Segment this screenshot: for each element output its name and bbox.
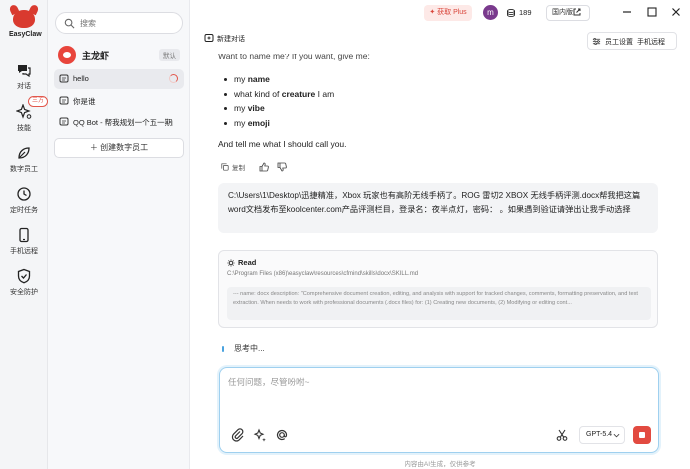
tool-output: --- name: docx description: "Comprehensi… bbox=[227, 287, 651, 320]
assistant-message: Want to name me? If you want, give me: m… bbox=[218, 54, 658, 152]
copy-label: 复制 bbox=[232, 165, 245, 172]
new-chat-label: 新建对话 bbox=[217, 36, 245, 43]
leaf-icon bbox=[18, 147, 30, 159]
disclaimer: 内容由AI生成，仅供参考 bbox=[404, 461, 476, 468]
region-label: 国内版 bbox=[552, 9, 573, 16]
rail-item-scheduled[interactable]: 定时任务 bbox=[0, 186, 48, 215]
magic-sparkle-icon[interactable] bbox=[252, 427, 268, 443]
agent-name: 主龙虾 bbox=[82, 51, 110, 61]
thumbs-down-icon[interactable] bbox=[277, 162, 287, 172]
new-chat-icon bbox=[204, 34, 214, 42]
composer: GPT-5.4 bbox=[219, 367, 659, 453]
app-name: EasyClaw bbox=[9, 31, 42, 38]
get-plus-label: 获取 Plus bbox=[437, 9, 467, 16]
list-item: my emoji bbox=[218, 116, 658, 131]
sliders-icon bbox=[592, 37, 601, 46]
rail-item-digital-staff[interactable]: 数字员工 bbox=[0, 145, 48, 174]
rail-item-label: 技能 bbox=[17, 125, 31, 132]
left-rail: EasyClaw 对话 三方 技能 数字员工 定时任务 手机远程 安全防护 bbox=[0, 0, 48, 469]
tool-call-card[interactable]: Read C:\Program Files (x86)\easyclaw\res… bbox=[218, 250, 658, 328]
model-label: GPT-5.4 bbox=[586, 431, 613, 438]
clock-icon bbox=[17, 187, 31, 201]
staff-settings-label: 员工设置 bbox=[605, 39, 633, 46]
mention-icon[interactable] bbox=[274, 427, 290, 443]
rail-item-label: 定时任务 bbox=[10, 207, 38, 214]
create-label: 创建数字员工 bbox=[100, 143, 149, 152]
rail-item-label: 对话 bbox=[17, 83, 31, 90]
crayfish-logo-icon bbox=[13, 10, 35, 28]
chat-item-title: QQ Bot - 帮我规划一个五一期间... bbox=[73, 118, 173, 127]
rail-item-label: 数字员工 bbox=[10, 166, 38, 173]
credits-count: 189 bbox=[519, 8, 532, 17]
rail-item-security[interactable]: 安全防护 bbox=[0, 268, 48, 297]
phone-remote-button[interactable]: 手机远程 bbox=[637, 37, 665, 47]
tool-path: C:\Program Files (x86)\easyclaw\resource… bbox=[227, 271, 419, 277]
user-avatar[interactable]: m bbox=[483, 5, 498, 20]
phone-icon bbox=[19, 227, 29, 243]
conversation-sidebar: 主龙虾 默认 hello 你是谁 QQ Bot - 帮我规划一个五一期间... … bbox=[48, 0, 190, 469]
thinking-cursor-icon bbox=[222, 346, 224, 352]
stop-button[interactable] bbox=[633, 426, 651, 444]
chat-icon bbox=[18, 65, 31, 78]
diamond-icon: ✦ bbox=[429, 9, 438, 16]
name-options-list: my name what kind of creature I am my vi… bbox=[218, 72, 658, 130]
external-link-icon[interactable] bbox=[572, 7, 582, 17]
search-input[interactable] bbox=[80, 16, 176, 31]
scissors-icon[interactable] bbox=[554, 427, 570, 443]
rail-item-label: 安全防护 bbox=[10, 289, 38, 296]
gear-icon bbox=[227, 259, 235, 267]
chat-item-who-are-you[interactable]: 你是谁 bbox=[54, 91, 184, 111]
app-logo[interactable]: EasyClaw bbox=[9, 10, 42, 38]
list-item: my vibe bbox=[218, 101, 658, 116]
list-item: my name bbox=[218, 72, 658, 87]
default-badge: 默认 bbox=[159, 49, 180, 61]
chat-item-title: hello bbox=[73, 74, 89, 83]
minimize-icon[interactable] bbox=[622, 7, 632, 17]
closing-line: And tell me what I should call you. bbox=[218, 139, 347, 149]
shield-icon bbox=[17, 268, 31, 284]
thumbs-up-icon[interactable] bbox=[259, 162, 269, 172]
sparkle-icon bbox=[16, 104, 32, 119]
chat-item-qq-bot[interactable]: QQ Bot - 帮我规划一个五一期间... bbox=[54, 112, 184, 132]
rail-item-phone-remote[interactable]: 手机远程 bbox=[0, 227, 48, 256]
close-icon[interactable] bbox=[671, 7, 681, 17]
attach-icon[interactable] bbox=[230, 427, 246, 443]
message-input[interactable] bbox=[228, 376, 648, 412]
chat-bubble-icon bbox=[59, 74, 69, 83]
copy-icon bbox=[221, 163, 229, 171]
region-selector[interactable]: 国内版 bbox=[546, 5, 590, 21]
chat-item-hello[interactable]: hello bbox=[54, 69, 184, 89]
chat-bubble-icon bbox=[59, 96, 69, 105]
list-item: what kind of creature I am bbox=[218, 87, 658, 102]
plus-icon: ＋ bbox=[89, 143, 98, 152]
maximize-icon[interactable] bbox=[647, 7, 657, 17]
chat-item-title: 你是谁 bbox=[73, 97, 96, 106]
user-message-bubble: C:\Users\1\Desktop\迅捷精准，Xbox 玩家也有高阶无线手柄了… bbox=[218, 183, 658, 233]
phone-remote-label: 手机远程 bbox=[637, 39, 665, 46]
chevron-down-icon bbox=[613, 433, 620, 438]
coins-icon bbox=[507, 8, 515, 18]
search-box[interactable] bbox=[55, 12, 183, 34]
agent-header[interactable]: 主龙虾 默认 bbox=[58, 46, 184, 64]
loading-spinner-icon bbox=[169, 74, 178, 83]
rail-item-chat[interactable]: 对话 bbox=[0, 62, 48, 91]
tool-name: Read bbox=[238, 258, 257, 267]
create-digital-staff-button[interactable]: ＋ 创建数字员工 bbox=[54, 138, 184, 158]
rail-item-skills[interactable]: 三方 技能 bbox=[0, 96, 48, 133]
get-plus-button[interactable]: ✦ 获取 Plus bbox=[424, 5, 472, 21]
right-toolbar: 员工设置 手机远程 bbox=[587, 32, 677, 50]
rail-item-label: 手机远程 bbox=[10, 248, 38, 255]
chat-bubble-icon bbox=[59, 117, 69, 126]
model-selector[interactable]: GPT-5.4 bbox=[579, 426, 625, 444]
truncated-line: Want to name me? If you want, give me: bbox=[218, 54, 370, 61]
search-icon bbox=[64, 18, 75, 29]
rail-badge: 三方 bbox=[28, 96, 48, 107]
agent-avatar bbox=[58, 46, 76, 64]
thinking-label: 思考中... bbox=[234, 344, 265, 353]
